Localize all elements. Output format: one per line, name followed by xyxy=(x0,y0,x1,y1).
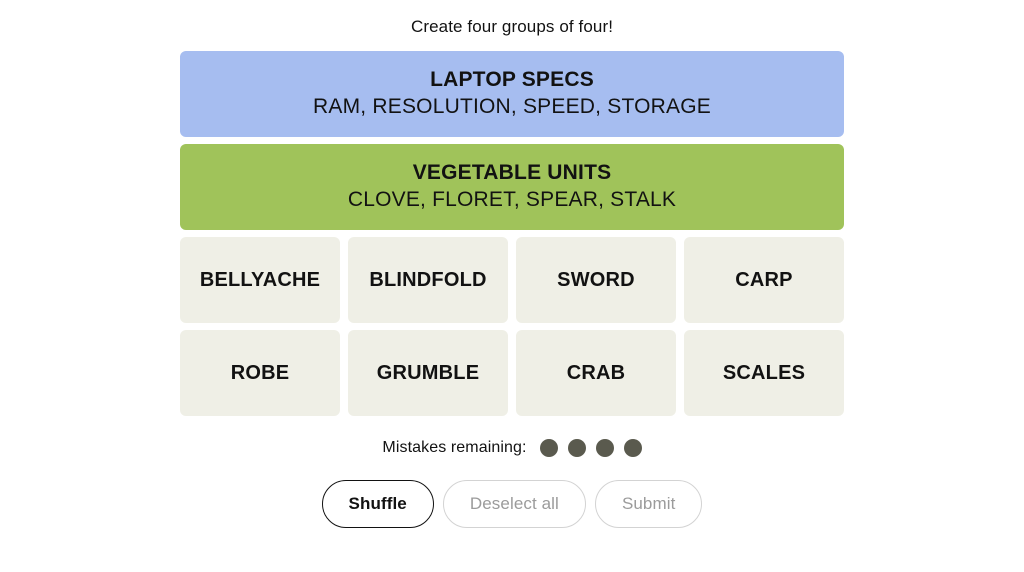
connections-game: Create four groups of four! LAPTOP SPECS… xyxy=(0,0,1024,572)
solved-group-members: CLOVE, FLORET, SPEAR, STALK xyxy=(347,188,677,211)
mistake-dots xyxy=(539,439,642,457)
word-tile[interactable]: BELLYACHE xyxy=(180,237,340,323)
word-tile[interactable]: SCALES xyxy=(684,330,844,416)
tile-row: BELLYACHE BLINDFOLD SWORD CARP xyxy=(180,237,844,323)
word-tile[interactable]: GRUMBLE xyxy=(348,330,508,416)
puzzle-board: LAPTOP SPECS RAM, RESOLUTION, SPEED, STO… xyxy=(180,51,844,416)
solved-group-laptop-specs: LAPTOP SPECS RAM, RESOLUTION, SPEED, STO… xyxy=(180,51,844,137)
word-tile[interactable]: ROBE xyxy=(180,330,340,416)
mistake-dot xyxy=(595,439,614,457)
deselect-all-button[interactable]: Deselect all xyxy=(442,480,586,528)
word-tile[interactable]: CRAB xyxy=(516,330,676,416)
mistake-dot xyxy=(567,439,586,457)
tile-row: ROBE GRUMBLE CRAB SCALES xyxy=(180,330,844,416)
solved-group-members: RAM, RESOLUTION, SPEED, STORAGE xyxy=(313,95,711,118)
solved-group-vegetable-units: VEGETABLE UNITS CLOVE, FLORET, SPEAR, ST… xyxy=(180,144,844,230)
mistake-dot xyxy=(539,439,558,457)
shuffle-button[interactable]: Shuffle xyxy=(321,480,434,528)
word-tile[interactable]: CARP xyxy=(684,237,844,323)
solved-group-title: VEGETABLE UNITS xyxy=(412,161,612,184)
mistake-dot xyxy=(623,439,642,457)
game-tagline: Create four groups of four! xyxy=(410,17,614,36)
mistakes-label: Mistakes remaining: xyxy=(382,439,527,456)
mistakes-remaining: Mistakes remaining: xyxy=(382,437,642,459)
submit-button[interactable]: Submit xyxy=(594,480,703,528)
word-tile[interactable]: SWORD xyxy=(516,237,676,323)
action-buttons: Shuffle Deselect all Submit xyxy=(321,480,703,528)
word-tile[interactable]: BLINDFOLD xyxy=(348,237,508,323)
solved-group-title: LAPTOP SPECS xyxy=(430,68,594,91)
